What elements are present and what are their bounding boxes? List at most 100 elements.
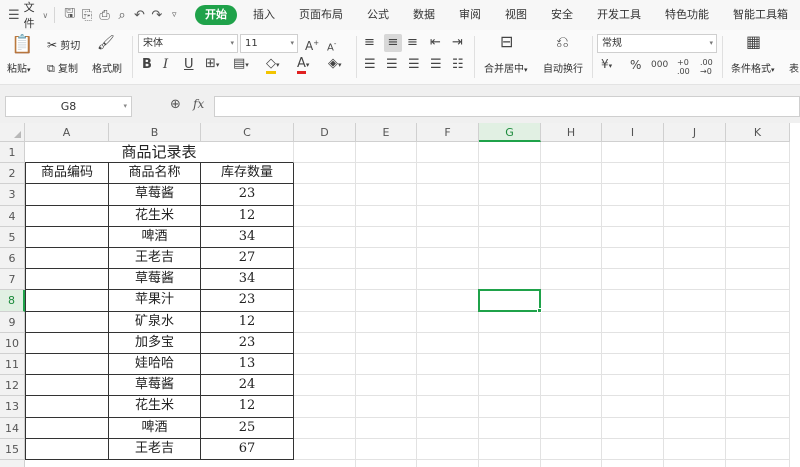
cell[interactable] bbox=[726, 163, 790, 185]
table-style-button[interactable]: 表 bbox=[789, 60, 799, 75]
cell-stock-qty[interactable]: 23 bbox=[201, 184, 294, 206]
row-header[interactable]: 13 bbox=[0, 396, 25, 418]
cell[interactable] bbox=[541, 290, 602, 312]
tab-smart-toolbox[interactable]: 智能工具箱 bbox=[721, 0, 800, 30]
cell[interactable] bbox=[726, 417, 790, 439]
cell[interactable] bbox=[602, 375, 664, 397]
cell[interactable] bbox=[664, 332, 726, 354]
cell-product-code[interactable] bbox=[25, 205, 109, 227]
customize-dropdown-icon[interactable]: ▿ bbox=[166, 0, 183, 30]
merge-center-button[interactable]: 合并居中▾ bbox=[484, 60, 528, 75]
cell[interactable] bbox=[664, 354, 726, 376]
cell[interactable] bbox=[479, 460, 541, 467]
cell[interactable] bbox=[479, 184, 541, 206]
insert-function-icon[interactable]: fx bbox=[193, 97, 204, 111]
row-header[interactable]: 1 bbox=[0, 142, 25, 164]
header-stock-qty[interactable]: 库存数量 bbox=[201, 163, 294, 185]
cell[interactable] bbox=[664, 290, 726, 312]
cell[interactable] bbox=[664, 438, 726, 460]
cut-button[interactable]: ✂ 剪切 bbox=[47, 37, 80, 52]
number-format-select[interactable]: 常规 ▾ bbox=[597, 34, 717, 53]
cell[interactable] bbox=[602, 332, 664, 354]
currency-icon[interactable]: ¥▾ bbox=[601, 57, 612, 73]
cell-stock-qty[interactable]: 13 bbox=[201, 354, 294, 376]
italic-icon[interactable]: I bbox=[163, 58, 168, 72]
cell[interactable] bbox=[541, 269, 602, 291]
percent-icon[interactable]: % bbox=[630, 58, 641, 72]
cell[interactable] bbox=[417, 226, 479, 248]
redo-icon[interactable]: ↷ bbox=[148, 0, 165, 30]
cell[interactable] bbox=[417, 311, 479, 333]
align-left-icon[interactable]: ☰ bbox=[364, 58, 376, 72]
select-all-corner[interactable] bbox=[0, 123, 25, 142]
row-header[interactable]: 7 bbox=[0, 269, 25, 291]
row-header[interactable]: 10 bbox=[0, 332, 25, 354]
cell-product-code[interactable] bbox=[25, 269, 109, 291]
cell[interactable] bbox=[541, 354, 602, 376]
cell-stock-qty[interactable]: 12 bbox=[201, 311, 294, 333]
cell[interactable] bbox=[726, 396, 790, 418]
cell-product-code[interactable] bbox=[25, 311, 109, 333]
cell-stock-qty[interactable]: 23 bbox=[201, 290, 294, 312]
row-header[interactable]: 2 bbox=[0, 163, 25, 185]
font-size-select[interactable]: 11 ▾ bbox=[240, 34, 298, 53]
cell[interactable] bbox=[664, 269, 726, 291]
conditional-format-button[interactable]: 条件格式▾ bbox=[731, 60, 775, 75]
cell[interactable] bbox=[726, 290, 790, 312]
formula-input[interactable] bbox=[214, 96, 800, 117]
cell[interactable] bbox=[417, 248, 479, 270]
cell[interactable] bbox=[602, 396, 664, 418]
cell-product-code[interactable] bbox=[25, 438, 109, 460]
cell[interactable] bbox=[541, 184, 602, 206]
wrap-text-button[interactable]: 自动换行 bbox=[543, 60, 583, 75]
cell[interactable] bbox=[726, 375, 790, 397]
cell-product-code[interactable] bbox=[25, 396, 109, 418]
cell-stock-qty[interactable]: 24 bbox=[201, 375, 294, 397]
cell[interactable] bbox=[479, 269, 541, 291]
row-header[interactable]: 4 bbox=[0, 205, 25, 227]
cell[interactable] bbox=[541, 248, 602, 270]
cell[interactable] bbox=[602, 184, 664, 206]
cell[interactable] bbox=[541, 332, 602, 354]
cell[interactable] bbox=[602, 460, 664, 467]
cell[interactable] bbox=[417, 184, 479, 206]
cell-product-name[interactable]: 娃哈哈 bbox=[109, 354, 201, 376]
cell[interactable] bbox=[602, 354, 664, 376]
cell[interactable] bbox=[356, 226, 417, 248]
cell[interactable] bbox=[541, 311, 602, 333]
row-header[interactable]: 11 bbox=[0, 354, 25, 376]
cell[interactable] bbox=[356, 311, 417, 333]
cell[interactable] bbox=[294, 311, 356, 333]
cell-stock-qty[interactable]: 25 bbox=[201, 417, 294, 439]
column-header-h[interactable]: H bbox=[541, 123, 602, 142]
cell[interactable] bbox=[541, 396, 602, 418]
cell[interactable] bbox=[602, 417, 664, 439]
row-header[interactable]: 5 bbox=[0, 226, 25, 248]
cell[interactable] bbox=[356, 396, 417, 418]
sheet-title[interactable]: 商品记录表 bbox=[25, 142, 294, 164]
clear-format-icon[interactable]: ◈▾ bbox=[328, 57, 342, 72]
cell[interactable] bbox=[417, 417, 479, 439]
cell[interactable] bbox=[417, 163, 479, 185]
cell[interactable] bbox=[356, 163, 417, 185]
cell-product-code[interactable] bbox=[25, 332, 109, 354]
print-icon[interactable]: ⎙ bbox=[96, 0, 113, 30]
cell[interactable] bbox=[541, 460, 602, 467]
cell[interactable] bbox=[294, 184, 356, 206]
file-menu[interactable]: ☰ 文件 ∨ bbox=[0, 0, 48, 30]
cell[interactable] bbox=[726, 460, 790, 467]
tab-page-layout[interactable]: 页面布局 bbox=[287, 0, 355, 30]
cell[interactable] bbox=[479, 417, 541, 439]
cell[interactable] bbox=[602, 248, 664, 270]
font-name-select[interactable]: 宋体 ▾ bbox=[138, 34, 238, 53]
cell-product-name[interactable]: 草莓酱 bbox=[109, 184, 201, 206]
cell[interactable] bbox=[726, 332, 790, 354]
cell[interactable] bbox=[417, 205, 479, 227]
bold-icon[interactable]: B bbox=[142, 58, 152, 72]
cell[interactable] bbox=[294, 460, 356, 467]
cell-product-code[interactable] bbox=[25, 417, 109, 439]
cell-product-code[interactable] bbox=[25, 248, 109, 270]
cell-product-name[interactable]: 苹果汁 bbox=[109, 290, 201, 312]
cell[interactable] bbox=[541, 205, 602, 227]
copy-button[interactable]: ⧉ 复制 bbox=[47, 60, 78, 76]
